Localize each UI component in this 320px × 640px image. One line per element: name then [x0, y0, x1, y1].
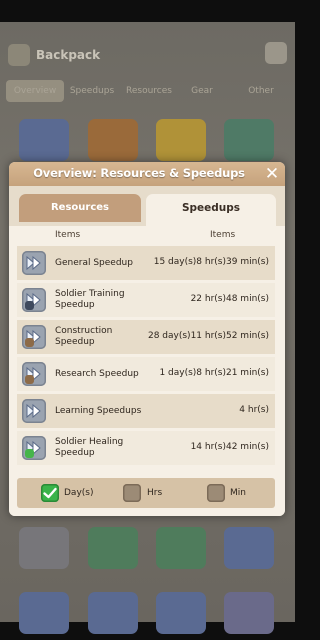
construction-speedup-icon — [22, 325, 46, 349]
speedup-arrows-icon — [22, 251, 46, 275]
background-item-tile — [156, 527, 206, 569]
background-tab: Overview — [6, 80, 64, 102]
background-item-tile — [224, 592, 274, 634]
item-time: 1 day(s)8 hr(s)21 min(s) — [159, 368, 269, 378]
hrs-checkbox[interactable] — [123, 484, 141, 502]
list-item[interactable]: General Speedup 15 day(s)8 hr(s)39 min(s… — [17, 246, 275, 280]
background-item-tile — [19, 527, 69, 569]
hrs-label: Hrs — [147, 488, 163, 498]
close-button[interactable]: ✕ — [263, 164, 281, 184]
min-checkbox[interactable] — [207, 484, 225, 502]
background-title: Backpack — [36, 48, 101, 62]
item-time: 4 hr(s) — [239, 405, 269, 415]
column-header-items: Items — [55, 230, 81, 240]
background-tab: Resources — [126, 86, 172, 96]
overview-modal: Overview: Resources & Speedups ✕ Resourc… — [9, 162, 285, 516]
item-name: Research Speedup — [55, 369, 139, 379]
background-item-tile — [88, 119, 138, 161]
item-name: Construction Speedup — [55, 326, 113, 347]
background-item-tile — [224, 527, 274, 569]
checkmark-icon — [43, 487, 57, 499]
hammer-badge-icon — [25, 338, 34, 347]
background-item-tile — [19, 119, 69, 161]
days-label: Day(s) — [64, 488, 94, 498]
scroll-badge-icon — [25, 375, 34, 384]
research-speedup-icon — [22, 362, 46, 386]
item-name: Learning Speedups — [55, 406, 142, 416]
background-item-tile — [156, 119, 206, 161]
speedup-list: General Speedup 15 day(s)8 hr(s)39 min(s… — [9, 246, 285, 471]
background-tabs: Overview Speedups Resources Gear Other — [0, 74, 295, 110]
background-item-tile — [224, 119, 274, 161]
background-item-tile — [156, 592, 206, 634]
time-unit-bar: Day(s) Hrs Min — [17, 478, 275, 508]
list-item[interactable]: Research Speedup 1 day(s)8 hr(s)21 min(s… — [17, 357, 275, 391]
list-item[interactable]: Soldier Training Speedup 22 hr(s)48 min(… — [17, 283, 275, 317]
close-icon: ✕ — [264, 164, 280, 184]
healing-speedup-icon — [22, 436, 46, 460]
column-header-items: Items — [210, 230, 236, 240]
training-speedup-icon — [22, 288, 46, 312]
item-time: 28 day(s)11 hr(s)52 min(s) — [147, 331, 269, 341]
background-tab: Other — [248, 86, 274, 96]
background-item-tile — [88, 592, 138, 634]
list-item[interactable]: Soldier Healing Speedup 14 hr(s)42 min(s… — [17, 431, 275, 465]
tab-speedups[interactable]: Speedups — [146, 194, 276, 226]
column-headers: Items Items — [9, 226, 285, 246]
days-checkbox[interactable] — [41, 484, 59, 502]
background-item-tile — [19, 592, 69, 634]
modal-tab-bar: Resources Speedups — [9, 186, 285, 226]
soldier-badge-icon — [25, 301, 34, 310]
item-name: Soldier Training Speedup — [55, 289, 125, 310]
item-time: 14 hr(s)42 min(s) — [190, 442, 269, 452]
background-tab: Gear — [191, 86, 213, 96]
min-label: Min — [230, 488, 246, 498]
plus-badge-icon — [25, 449, 34, 458]
list-item[interactable]: Construction Speedup 28 day(s)11 hr(s)52… — [17, 320, 275, 354]
background-tab: Speedups — [69, 86, 115, 96]
item-time: 15 day(s)8 hr(s)39 min(s) — [153, 257, 269, 267]
tab-resources[interactable]: Resources — [19, 194, 141, 222]
item-name: Soldier Healing Speedup — [55, 437, 124, 458]
background-back-icon — [8, 44, 30, 66]
modal-titlebar: Overview: Resources & Speedups ✕ — [9, 162, 285, 186]
list-item[interactable]: Learning Speedups 4 hr(s) — [17, 394, 275, 428]
modal-title: Overview: Resources & Speedups — [33, 166, 245, 180]
item-name: General Speedup — [55, 258, 133, 268]
time-unit-footer: Day(s) Hrs Min — [9, 471, 285, 516]
learning-speedup-icon — [22, 399, 46, 423]
background-header: Backpack — [0, 36, 295, 76]
background-close-icon — [265, 42, 287, 64]
item-time: 22 hr(s)48 min(s) — [190, 294, 269, 304]
background-item-tile — [88, 527, 138, 569]
